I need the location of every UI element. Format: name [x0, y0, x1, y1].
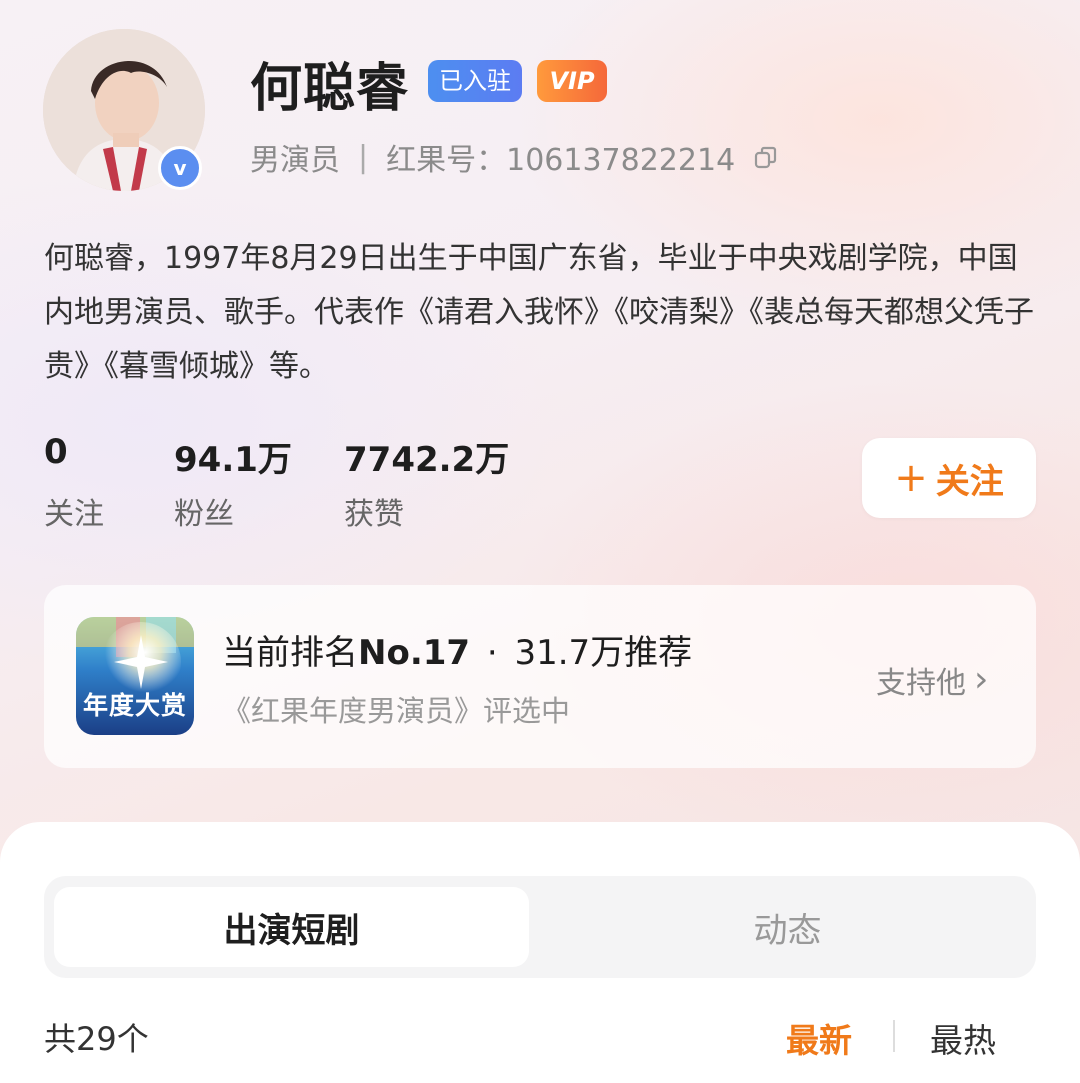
item-count: 共29个: [44, 1020, 149, 1058]
plus-icon: +: [894, 455, 928, 501]
profile-subline: 男演员 | 红果号：106137822214: [250, 135, 779, 179]
chevron-right-icon: ›: [974, 659, 989, 700]
likes-count: 7742.2万: [344, 440, 510, 480]
profile-id: 红果号：106137822214: [386, 135, 735, 179]
support-button[interactable]: 支持他 ›: [876, 658, 988, 702]
tab-dramas[interactable]: 出演短剧: [54, 887, 529, 967]
followers-count[interactable]: 94.1万: [174, 432, 292, 481]
follow-label: 关注: [935, 461, 1004, 502]
rank-value: No.17: [358, 633, 471, 673]
tab-posts[interactable]: 动态: [545, 887, 1030, 967]
rank-dot: ·: [486, 633, 498, 673]
annual-award-label: 年度大赏: [82, 691, 187, 720]
profile-name: 何聪睿: [250, 59, 410, 119]
sort-newest-button[interactable]: 最新: [786, 1014, 852, 1062]
vip-badge: VIP: [537, 60, 607, 102]
sort-divider: [893, 1020, 895, 1052]
profile-id-label: 红果号：: [386, 143, 507, 178]
profile-id-value: 106137822214: [506, 143, 736, 178]
likes-label: 获赞: [344, 497, 404, 532]
profile-bio: 何聪睿，1997年8月29日出生于中国广东省，毕业于中央戏剧学院，中国内地男演员…: [44, 241, 1034, 384]
following-label[interactable]: 关注: [44, 489, 104, 533]
rank-prefix: 当前排名: [222, 633, 358, 673]
verified-badge-icon: v: [158, 146, 202, 190]
follow-button[interactable]: + 关注: [862, 438, 1036, 518]
recommend-count: 31.7万推荐: [514, 633, 693, 673]
support-label: 支持他: [876, 666, 966, 701]
profile-role: 男演员: [250, 143, 340, 178]
followers-label[interactable]: 粉丝: [174, 489, 234, 533]
ranking-event: 《红果年度男演员》评选中: [222, 694, 571, 728]
copy-icon[interactable]: [753, 144, 779, 170]
sort-hottest-button[interactable]: 最热: [930, 1014, 996, 1062]
settled-badge: 已入驻: [428, 60, 522, 102]
separator: |: [358, 139, 369, 175]
ranking-title: 当前排名No.17 · 31.7万推荐: [222, 625, 692, 674]
following-count[interactable]: 0: [44, 432, 68, 472]
